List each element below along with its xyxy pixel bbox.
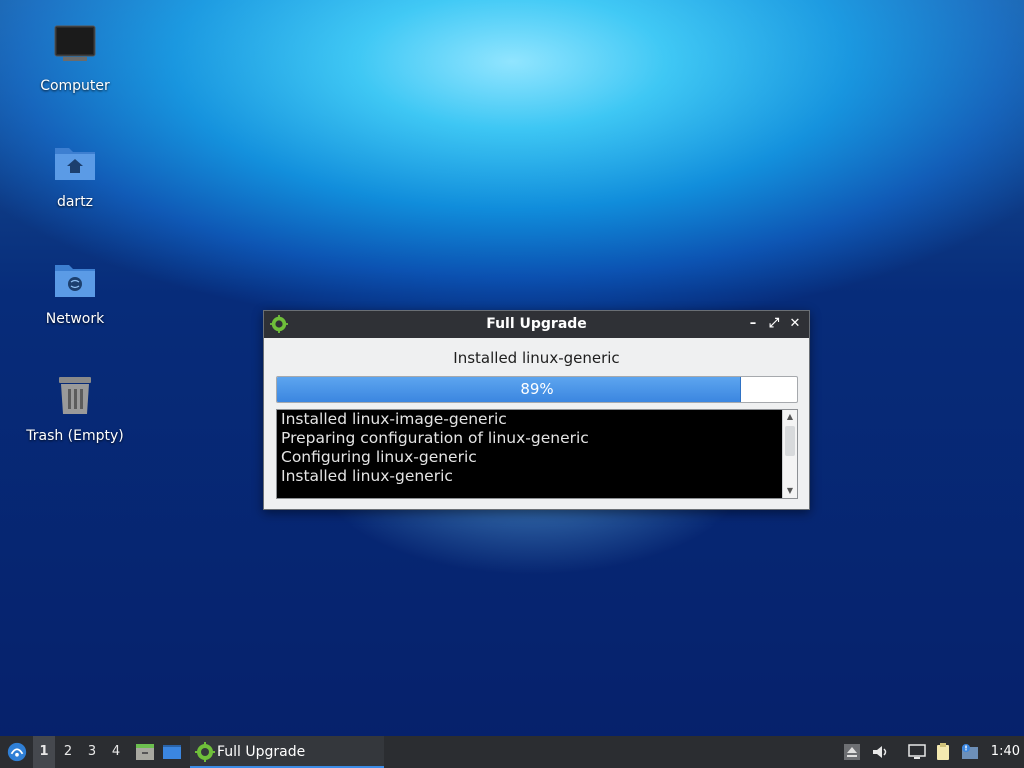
- home-folder-icon: [55, 148, 95, 180]
- dialog-title: Full Upgrade: [486, 316, 587, 332]
- network-folder-icon: [55, 265, 95, 297]
- log-scrollbar[interactable]: ▲ ▼: [782, 410, 797, 498]
- desktop-icon-computer[interactable]: Computer: [15, 22, 135, 94]
- start-menu-button[interactable]: [2, 736, 30, 768]
- workspace-2[interactable]: 2: [57, 736, 79, 768]
- log-lines: Installed linux-image-generic Preparing …: [281, 410, 781, 486]
- network-wired-icon[interactable]: [908, 743, 926, 761]
- update-notifier-icon[interactable]: [961, 743, 979, 761]
- scroll-down-arrow-icon[interactable]: ▼: [783, 484, 797, 498]
- clock[interactable]: 1:40: [984, 736, 1020, 768]
- workspace-3[interactable]: 3: [81, 736, 103, 768]
- desktop-icon-label: Trash (Empty): [26, 428, 124, 444]
- trash-icon: [59, 377, 91, 414]
- log-line: Preparing configuration of linux-generic: [281, 429, 589, 447]
- log-output[interactable]: Installed linux-image-generic Preparing …: [276, 409, 798, 499]
- file-cabinet-icon: [136, 744, 154, 760]
- log-line: Installed linux-generic: [281, 467, 453, 485]
- workspace-4[interactable]: 4: [105, 736, 127, 768]
- show-desktop-button[interactable]: [160, 736, 184, 768]
- log-line: Configuring linux-generic: [281, 448, 477, 466]
- gear-icon: [270, 315, 288, 333]
- progress-percent: 89%: [520, 380, 554, 398]
- gear-icon: [195, 742, 215, 762]
- close-button[interactable]: ✕: [786, 315, 804, 333]
- lubuntu-logo-icon: [7, 742, 27, 762]
- minimize-button[interactable]: –: [744, 315, 762, 333]
- log-line: Installed linux-image-generic: [281, 410, 507, 428]
- progress-bar: 89%: [276, 376, 798, 403]
- taskbar: 1 2 3 4 Full Upgrade 1:40: [0, 736, 1024, 768]
- status-text: Installed linux-generic: [453, 349, 620, 367]
- desktop-icon: [163, 745, 181, 759]
- desktop-icon-trash[interactable]: Trash (Empty): [15, 372, 135, 444]
- dialog-titlebar[interactable]: Full Upgrade – ⤢ ✕: [264, 311, 809, 338]
- desktop-icon-label: dartz: [56, 194, 94, 210]
- desktop-icon-label: Network: [45, 311, 105, 327]
- desktop-icon-label: Computer: [40, 78, 110, 94]
- file-manager-launcher[interactable]: [133, 736, 155, 768]
- desktop-icon-dartz[interactable]: dartz: [15, 138, 135, 210]
- scroll-up-arrow-icon[interactable]: ▲: [783, 410, 797, 424]
- scroll-thumb[interactable]: [785, 426, 795, 456]
- clipboard-icon[interactable]: [934, 743, 952, 761]
- desktop-icon-network[interactable]: Network: [15, 255, 135, 327]
- taskbar-task-label: Full Upgrade: [217, 744, 306, 760]
- workspace-1[interactable]: 1: [33, 736, 55, 768]
- computer-icon: [54, 25, 96, 61]
- full-upgrade-dialog: Full Upgrade – ⤢ ✕ Installed linux-gener…: [263, 310, 810, 510]
- eject-icon[interactable]: [843, 743, 861, 761]
- volume-icon[interactable]: [871, 743, 889, 761]
- maximize-button[interactable]: ⤢: [765, 315, 783, 333]
- taskbar-task-full-upgrade[interactable]: Full Upgrade: [190, 736, 384, 768]
